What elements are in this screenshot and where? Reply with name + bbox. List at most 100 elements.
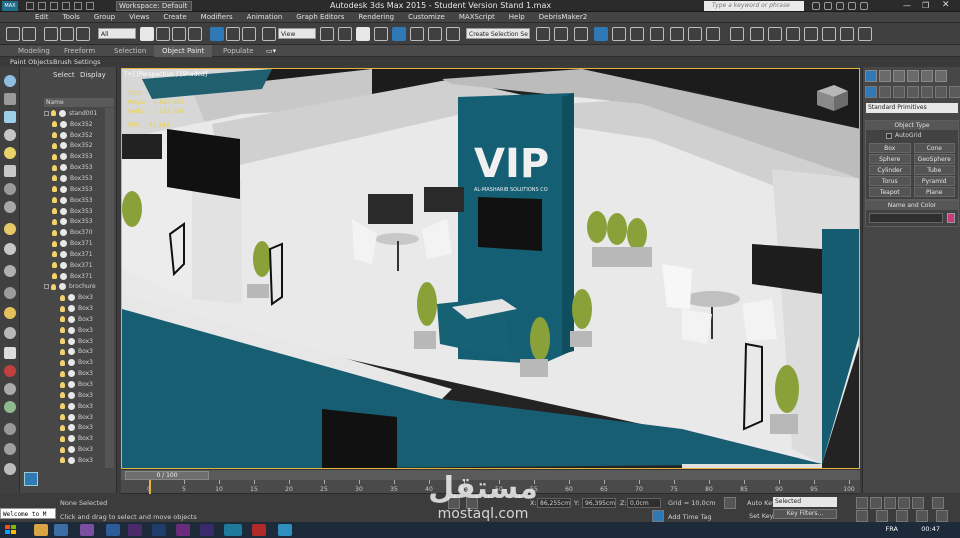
teapot-button[interactable]: Teapot bbox=[869, 187, 911, 197]
extra-tool-2-icon[interactable] bbox=[750, 27, 764, 41]
schematic-view-icon[interactable] bbox=[630, 27, 644, 41]
unlink-icon[interactable] bbox=[60, 27, 74, 41]
menu-item[interactable]: Graph Editors bbox=[289, 12, 351, 22]
next-frame-icon[interactable] bbox=[898, 497, 910, 509]
explorer-tab-display[interactable]: Display bbox=[80, 71, 106, 79]
filter-icon[interactable] bbox=[4, 129, 16, 141]
freeze-bulb-icon[interactable] bbox=[60, 403, 65, 410]
freeze-bulb-icon[interactable] bbox=[60, 338, 65, 345]
select-and-rotate-icon[interactable] bbox=[226, 27, 240, 41]
visibility-icon[interactable] bbox=[68, 456, 75, 464]
visibility-icon[interactable] bbox=[60, 120, 67, 128]
menu-item[interactable]: Edit bbox=[28, 12, 56, 22]
sphere-filter-icon[interactable] bbox=[4, 223, 16, 235]
redo-icon[interactable] bbox=[74, 2, 82, 10]
extra-tool-5-icon[interactable] bbox=[804, 27, 818, 41]
maxscript-listener[interactable]: Welcome to M bbox=[0, 508, 56, 519]
autogrid-checkbox[interactable] bbox=[886, 132, 892, 139]
select-by-name-icon[interactable] bbox=[156, 27, 170, 41]
freeze-bulb-icon[interactable] bbox=[60, 446, 65, 453]
extra-tool-3-icon[interactable] bbox=[768, 27, 782, 41]
visibility-icon[interactable] bbox=[68, 381, 75, 389]
visibility-icon[interactable] bbox=[68, 435, 75, 443]
chat-icon[interactable] bbox=[278, 524, 292, 536]
visibility-icon[interactable] bbox=[68, 424, 75, 432]
media-player-icon[interactable] bbox=[54, 524, 68, 536]
visibility-icon[interactable] bbox=[60, 131, 67, 139]
pyramid-button[interactable]: Pyramid bbox=[913, 176, 955, 186]
open-file-icon[interactable] bbox=[38, 2, 46, 10]
shapes-icon[interactable] bbox=[879, 86, 891, 98]
add-time-tag[interactable]: Add Time Tag bbox=[668, 513, 712, 521]
freeze-bulb-icon[interactable] bbox=[52, 240, 57, 247]
freeze-bulb-icon[interactable] bbox=[60, 305, 65, 312]
light-icon[interactable] bbox=[4, 147, 16, 159]
freeze-bulb-icon[interactable] bbox=[60, 359, 65, 366]
pivot-center-icon[interactable] bbox=[320, 27, 334, 41]
close-button[interactable]: ✕ bbox=[942, 0, 950, 10]
cone-button[interactable]: Cone bbox=[913, 143, 955, 153]
visibility-icon[interactable] bbox=[60, 196, 67, 204]
brush-icon[interactable] bbox=[4, 111, 16, 123]
spacewarp-icon[interactable] bbox=[4, 201, 16, 213]
checker-icon[interactable] bbox=[4, 347, 16, 359]
search-input[interactable]: Type a keyword or phrase bbox=[704, 1, 804, 11]
freeze-bulb-icon[interactable] bbox=[60, 414, 65, 421]
hierarchy-tab-icon[interactable] bbox=[893, 70, 905, 82]
key-icon[interactable] bbox=[724, 497, 736, 509]
cameras-icon[interactable] bbox=[907, 86, 919, 98]
menu-item[interactable]: Help bbox=[502, 12, 532, 22]
maximize-viewport-icon[interactable] bbox=[936, 510, 948, 522]
explorer-tab-select[interactable]: Select bbox=[53, 71, 75, 79]
visibility-icon[interactable] bbox=[68, 359, 75, 367]
visibility-icon[interactable] bbox=[68, 348, 75, 356]
freeze-bulb-icon[interactable] bbox=[52, 186, 57, 193]
particles-icon[interactable] bbox=[4, 327, 16, 339]
place-icon[interactable] bbox=[262, 27, 276, 41]
name-and-color-header[interactable]: Name and Color bbox=[866, 201, 958, 210]
freeze-bulb-icon[interactable] bbox=[60, 435, 65, 442]
menu-item[interactable]: Create bbox=[156, 12, 193, 22]
bind-space-warp-icon[interactable] bbox=[76, 27, 90, 41]
render-production-icon[interactable] bbox=[706, 27, 720, 41]
geosphere-button[interactable]: GeoSphere bbox=[913, 154, 955, 164]
browser-icon[interactable] bbox=[106, 524, 120, 536]
freeze-bulb-icon[interactable] bbox=[51, 110, 56, 117]
visibility-icon[interactable] bbox=[68, 413, 75, 421]
ribbon-tab-modeling[interactable]: Modeling bbox=[18, 45, 50, 57]
premiere-pro-icon[interactable] bbox=[176, 524, 190, 536]
menu-item[interactable]: Tools bbox=[56, 12, 87, 22]
window-crossing-icon[interactable] bbox=[188, 27, 202, 41]
project-folder-icon[interactable] bbox=[86, 2, 94, 10]
extra-tool-4-icon[interactable] bbox=[786, 27, 800, 41]
3ds-max-taskbar-icon[interactable] bbox=[224, 524, 242, 536]
menu-item[interactable]: Views bbox=[122, 12, 156, 22]
explorer-toggle-icon[interactable] bbox=[4, 75, 16, 87]
display-references-icon[interactable] bbox=[4, 443, 16, 455]
photoshop-icon[interactable] bbox=[152, 524, 166, 536]
visibility-icon[interactable] bbox=[60, 174, 67, 182]
time-tag-icon[interactable] bbox=[652, 510, 664, 522]
visibility-icon[interactable] bbox=[60, 164, 67, 172]
box-button[interactable]: Box bbox=[869, 143, 911, 153]
visibility-icon[interactable] bbox=[68, 446, 75, 454]
visibility-icon[interactable] bbox=[60, 185, 67, 193]
lights-icon[interactable] bbox=[893, 86, 905, 98]
auto-key-button[interactable]: Auto Key bbox=[747, 499, 776, 507]
freeze-bulb-icon[interactable] bbox=[60, 392, 65, 399]
mirror-icon[interactable] bbox=[536, 27, 550, 41]
modify-tab-icon[interactable] bbox=[879, 70, 891, 82]
pan-view-icon[interactable] bbox=[896, 510, 908, 522]
visibility-icon[interactable] bbox=[60, 207, 67, 215]
visibility-icon[interactable] bbox=[60, 261, 67, 269]
select-and-scale-icon[interactable] bbox=[242, 27, 256, 41]
create-tab-icon[interactable] bbox=[865, 70, 877, 82]
freeze-bulb-icon[interactable] bbox=[52, 229, 57, 236]
material-editor-icon[interactable] bbox=[650, 27, 664, 41]
visibility-icon[interactable] bbox=[60, 250, 67, 258]
freeze-bulb-icon[interactable] bbox=[60, 316, 65, 323]
ribbon-tab-object-paint[interactable]: Object Paint bbox=[154, 45, 213, 57]
freeze-bulb-icon[interactable] bbox=[60, 294, 65, 301]
helpers-icon[interactable] bbox=[921, 86, 933, 98]
visibility-icon[interactable] bbox=[68, 370, 75, 378]
